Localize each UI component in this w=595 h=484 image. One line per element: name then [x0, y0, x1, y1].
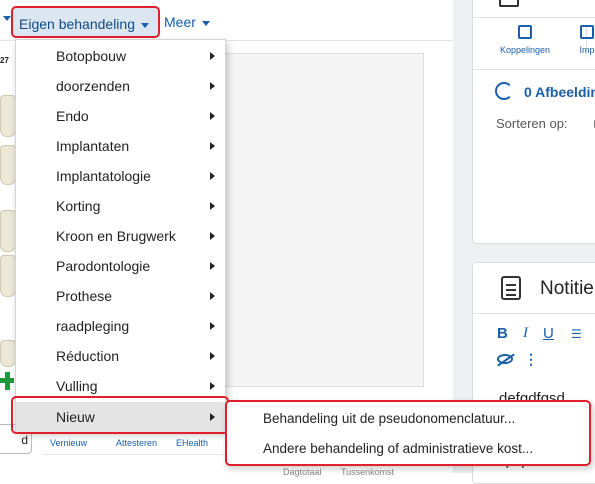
notes-title: Notitie [540, 278, 594, 299]
menu-item-prothese[interactable]: Prothese [16, 281, 225, 311]
divider [473, 69, 595, 70]
green-cross-icon [0, 372, 14, 390]
menu-item-label: doorzenden [56, 78, 130, 94]
koppelingen-label: Koppelingen [499, 45, 551, 55]
menu-item-reduction[interactable]: Réduction [16, 341, 225, 371]
chevron-right-icon [210, 172, 215, 180]
tooth-icon[interactable] [0, 95, 16, 137]
menu-item-nieuw[interactable]: Nieuw [16, 402, 225, 432]
menu-item-label: Nieuw [56, 409, 95, 425]
chevron-right-icon [210, 292, 215, 300]
notes-icon [501, 276, 521, 300]
menu-item-label: Implantaten [56, 138, 130, 154]
tooth-number: 27 [0, 56, 9, 65]
menu-item-doorzenden[interactable]: doorzenden [16, 71, 225, 101]
list-button[interactable]: ☰ [571, 327, 582, 341]
chevron-right-icon [210, 352, 215, 360]
menu-item-implantatologie[interactable]: Implantatologie [16, 161, 225, 191]
divider [473, 17, 595, 18]
external-link-icon [518, 25, 532, 39]
ehealth-link[interactable]: EHealth [176, 438, 208, 448]
menu-item-raadpleging[interactable]: raadpleging [16, 311, 225, 341]
menu-item-endo[interactable]: Endo [16, 101, 225, 131]
chevron-right-icon [210, 202, 215, 210]
chevron-right-icon [210, 262, 215, 270]
menu-item-label: Réduction [56, 348, 120, 364]
italic-button[interactable]: I [523, 325, 528, 342]
menu-item-label: Endo [56, 108, 89, 124]
dagtotaal-label: Dagtotaal [283, 467, 322, 477]
chevron-right-icon [210, 232, 215, 240]
tooth-icon[interactable] [0, 145, 16, 185]
meer-label: Meer [164, 14, 196, 30]
chevron-right-icon [210, 52, 215, 60]
chevron-right-icon [210, 82, 215, 90]
underline-button[interactable]: U [543, 325, 554, 342]
menu-item-implantaten[interactable]: Implantaten [16, 131, 225, 161]
tussenkomst-label: Tussenkomst [341, 467, 395, 477]
previous-dropdown-caret-icon[interactable] [3, 16, 11, 21]
submenu-item-pseudonomenclatuur[interactable]: Behandeling uit de pseudonomenclatuur... [227, 405, 589, 433]
sort-label: Sorteren op: [496, 116, 568, 131]
submenu-item-andere-behandeling[interactable]: Andere behandeling of administratieve ko… [227, 435, 589, 463]
tooth-chart-strip: 27 [0, 50, 16, 390]
chevron-right-icon [210, 112, 215, 120]
import-label: Imp [579, 45, 595, 55]
chevron-right-icon [210, 413, 215, 421]
divider [473, 313, 595, 314]
tooth-icon[interactable] [0, 210, 16, 252]
menu-item-label: Parodontologie [56, 258, 151, 274]
menu-item-korting[interactable]: Korting [16, 191, 225, 221]
tooth-icon[interactable] [0, 255, 16, 297]
menu-item-parodontologie[interactable]: Parodontologie [16, 251, 225, 281]
menu-item-kroon-en-brugwerk[interactable]: Kroon en Brugwerk [16, 221, 225, 251]
menu-item-label: Prothese [56, 288, 113, 304]
chevron-right-icon [210, 142, 215, 150]
attesteren-link[interactable]: Attesteren [116, 438, 157, 448]
menu-item-label: Korting [56, 198, 101, 214]
more-options-icon[interactable]: ⋮ [524, 351, 538, 368]
import-button[interactable]: Imp [567, 25, 595, 55]
chevron-right-icon [210, 382, 215, 390]
chevron-right-icon [210, 322, 215, 330]
menu-item-label: Vulling [56, 378, 98, 394]
tray-icon [499, 0, 519, 7]
refresh-icon[interactable] [495, 82, 513, 100]
eigen-behandeling-dropdown-button[interactable]: Eigen behandeling [11, 6, 160, 38]
eigen-behandeling-menu: Botopbouw doorzenden Endo Implantaten Im… [15, 39, 226, 432]
koppelingen-button[interactable]: Koppelingen [495, 25, 555, 55]
menu-item-label: Botopbouw [56, 48, 127, 64]
menu-item-label: Kroon en Brugwerk [56, 228, 176, 244]
menu-item-label: raadpleging [56, 318, 130, 334]
eigen-behandeling-label: Eigen behandeling [19, 16, 135, 32]
chart-canvas [215, 53, 424, 387]
bold-button[interactable]: B [497, 325, 508, 342]
chevron-down-icon [141, 22, 149, 28]
afbeeldingen-count[interactable]: 0 Afbeeldin [524, 84, 595, 100]
import-icon [580, 25, 594, 39]
menu-item-label: Implantatologie [56, 168, 151, 184]
menu-item-vulling[interactable]: Vulling [16, 371, 225, 401]
tooth-icon[interactable] [0, 340, 16, 367]
chevron-down-icon [201, 20, 210, 26]
nieuw-submenu: Behandeling uit de pseudonomenclatuur...… [225, 400, 591, 466]
meer-dropdown-button[interactable]: Meer [158, 6, 216, 38]
treatment-toolbar: Eigen behandeling Meer [0, 0, 453, 41]
eye-off-icon[interactable] [497, 354, 513, 364]
vernieuw-link[interactable]: Vernieuw [50, 438, 87, 448]
menu-item-botopbouw[interactable]: Botopbouw [16, 41, 225, 71]
